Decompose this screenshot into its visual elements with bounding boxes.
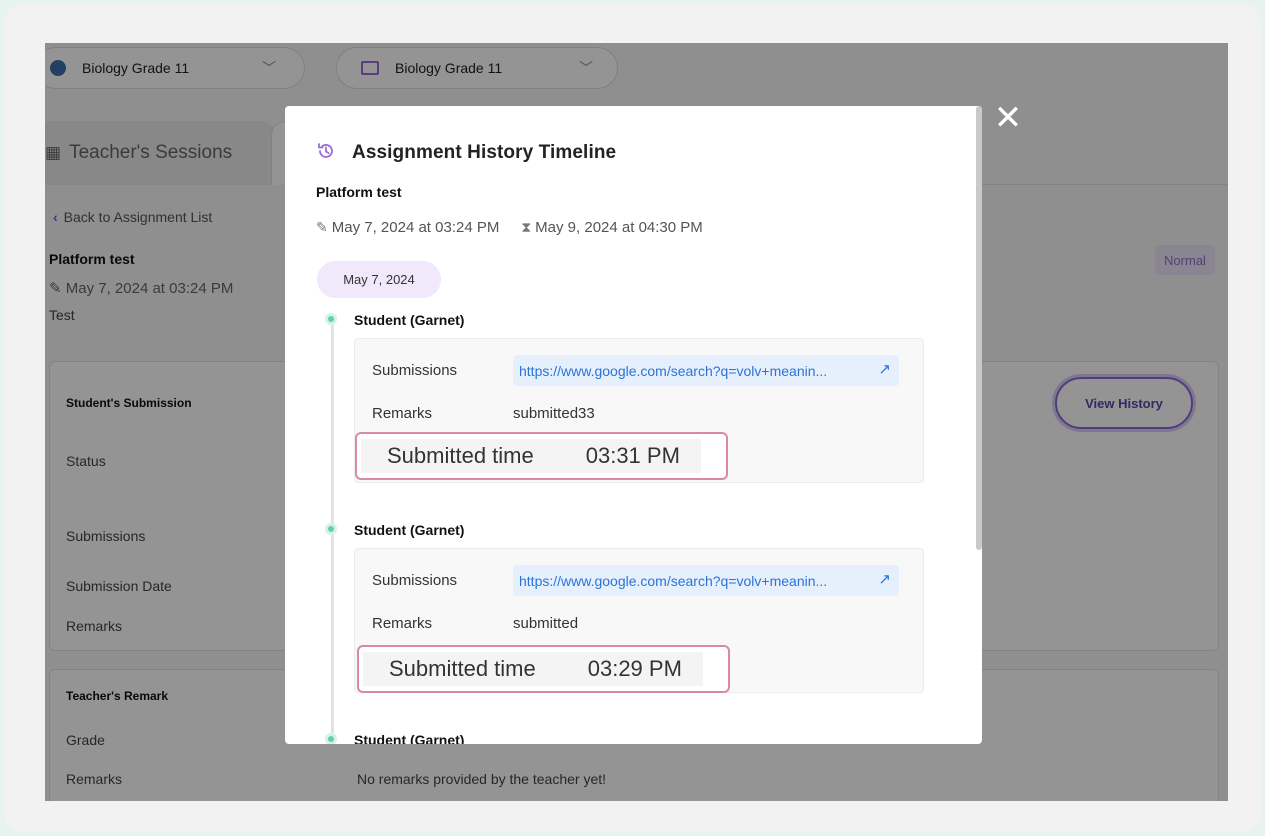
external-link-icon[interactable]: ↗ bbox=[878, 570, 891, 588]
timeline-student-name: Student (Garnet) bbox=[354, 732, 465, 744]
submission-link[interactable]: https://www.google.com/search?q=volv+mea… bbox=[513, 355, 899, 386]
modal-content[interactable]: Assignment History Timeline Platform tes… bbox=[285, 106, 982, 744]
modal-title: Assignment History Timeline bbox=[352, 142, 617, 163]
modal-scrollbar[interactable] bbox=[976, 106, 982, 550]
due-date: ⧗ May 9, 2024 at 04:30 PM bbox=[521, 219, 702, 236]
submission-link[interactable]: https://www.google.com/search?q=volv+mea… bbox=[513, 565, 899, 596]
due-date-value: May 9, 2024 at 04:30 PM bbox=[535, 219, 703, 236]
submissions-label: Submissions bbox=[372, 362, 458, 379]
submitted-time-value: 03:31 PM bbox=[585, 443, 680, 468]
history-icon bbox=[318, 143, 333, 158]
edit-icon: ✎ bbox=[316, 219, 328, 235]
submitted-time-value: 03:29 PM bbox=[587, 656, 682, 681]
timeline-student-name: Student (Garnet) bbox=[354, 522, 465, 538]
modal-assignment-name: Platform test bbox=[316, 184, 402, 200]
created-date-value: May 7, 2024 at 03:24 PM bbox=[331, 219, 500, 236]
timeline-dot bbox=[325, 523, 337, 535]
submitted-time-highlight: Submitted time 03:29 PM bbox=[357, 645, 730, 693]
submitted-time-label: Submitted time bbox=[389, 656, 536, 681]
hourglass-icon: ⧗ bbox=[521, 219, 532, 235]
timeline-dot bbox=[325, 733, 337, 744]
timeline-dot bbox=[325, 313, 337, 325]
submission-link-text: https://www.google.com/search?q=volv+mea… bbox=[519, 362, 828, 379]
history-modal: Assignment History Timeline Platform tes… bbox=[285, 106, 982, 744]
date-pill: May 7, 2024 bbox=[317, 261, 441, 298]
remarks-label: Remarks bbox=[372, 405, 433, 422]
submissions-label: Submissions bbox=[372, 572, 458, 589]
remarks-value: submitted33 bbox=[513, 405, 595, 422]
history-entry: Submissions https://www.google.com/searc… bbox=[354, 338, 924, 483]
submitted-time-label: Submitted time bbox=[387, 443, 534, 468]
submitted-time-highlight: Submitted time 03:31 PM bbox=[355, 432, 728, 480]
submission-link-text: https://www.google.com/search?q=volv+mea… bbox=[519, 572, 828, 589]
timeline-student-name: Student (Garnet) bbox=[354, 312, 465, 328]
remarks-value: submitted bbox=[513, 615, 579, 632]
modal-dates: ✎ May 7, 2024 at 03:24 PM ⧗ May 9, 2024 at… bbox=[316, 219, 703, 236]
created-date: ✎ May 7, 2024 at 03:24 PM bbox=[316, 219, 499, 236]
external-link-icon[interactable]: ↗ bbox=[878, 360, 891, 378]
remarks-label: Remarks bbox=[372, 615, 433, 632]
history-entry: Submissions https://www.google.com/searc… bbox=[354, 548, 924, 693]
close-icon[interactable]: ✕ bbox=[990, 99, 1026, 137]
